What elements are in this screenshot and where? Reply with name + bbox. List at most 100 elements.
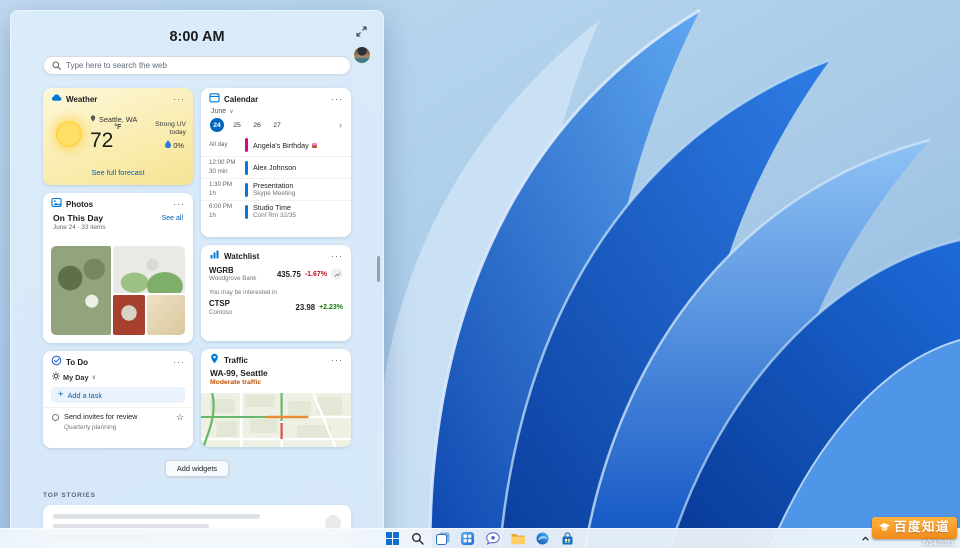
add-widgets-button[interactable]: Add widgets (164, 460, 230, 477)
task-view-button[interactable] (434, 530, 451, 547)
todo-list-selector[interactable]: My Day ∨ (43, 367, 193, 385)
stock-price: 23.98 (295, 303, 316, 313)
event-subtitle: Conf Rm 32/35 (253, 212, 296, 219)
event-time: 1:30 PM (209, 181, 233, 189)
birthday-cake-emoji (311, 142, 317, 148)
calendar-event[interactable]: All day Angela's Birthday (201, 134, 351, 156)
calendar-day-selected[interactable]: 24 (210, 118, 224, 132)
stock-name: Woodgrove Bank (209, 275, 257, 283)
weather-widget[interactable]: Weather ··· Seattle, WA 72°F Strong UV t… (43, 88, 193, 185)
chat-button[interactable] (484, 530, 501, 547)
droplet-icon (165, 140, 172, 150)
event-color-bar (245, 182, 248, 197)
expand-panel-icon[interactable] (353, 23, 370, 40)
task-item[interactable]: Send invites for review Quarterly planni… (43, 407, 193, 431)
event-time: All day (209, 140, 228, 148)
weather-icon (51, 90, 62, 108)
calendar-event[interactable]: 12:00 PM 30 min Alex Johnson (201, 156, 351, 178)
photo-thumbnail[interactable] (51, 246, 111, 335)
see-all-link[interactable]: See all (162, 215, 183, 222)
widget-title: Traffic (224, 355, 249, 365)
traffic-status: Moderate traffic (210, 379, 261, 386)
search-input[interactable] (66, 61, 342, 70)
photo-thumbnail[interactable] (113, 295, 145, 335)
calendar-icon (209, 90, 220, 108)
widgets-button[interactable] (459, 530, 476, 547)
event-color-bar (245, 160, 248, 175)
more-options-icon[interactable]: ··· (173, 95, 185, 104)
file-explorer-button[interactable] (509, 530, 526, 547)
event-title: Studio Time (253, 203, 291, 212)
widgets-column-left: Weather ··· Seattle, WA 72°F Strong UV t… (43, 88, 193, 448)
temperature-unit: °F (114, 124, 122, 131)
taskbar (0, 528, 960, 548)
photo-thumbnail[interactable] (113, 246, 185, 293)
stock-row[interactable]: CTSP Contoso 23.98 +2.23% (201, 297, 351, 315)
task-checkbox[interactable] (52, 414, 59, 421)
user-avatar[interactable] (353, 46, 371, 64)
more-options-icon[interactable]: ··· (331, 95, 343, 104)
event-color-bar (245, 204, 248, 219)
web-search-bar[interactable] (43, 56, 351, 75)
widget-title: Weather (66, 94, 98, 104)
add-task-input[interactable]: + Add a task (51, 387, 185, 403)
chevron-right-icon[interactable]: › (339, 120, 342, 130)
search-icon (52, 57, 61, 75)
stock-symbol: CTSP (209, 299, 230, 309)
widget-title: Calendar (224, 94, 259, 104)
event-duration: 1h (209, 189, 216, 197)
plus-icon: + (58, 389, 64, 401)
widget-title: To Do (66, 357, 89, 367)
event-title: Presentation (253, 181, 294, 190)
calendar-event[interactable]: 6:00 PM 1h Studio Time Conf Rm 32/35 (201, 200, 351, 222)
see-full-forecast-link[interactable]: See full forecast (43, 168, 193, 177)
stock-chart-icon[interactable] (331, 268, 343, 281)
calendar-day[interactable]: 26 (250, 118, 264, 132)
stock-row[interactable]: WGRB Woodgrove Bank 435.75 -1.67% (201, 261, 351, 282)
calendar-month-selector[interactable]: June ∨ (201, 104, 351, 115)
star-icon[interactable]: ☆ (176, 413, 184, 422)
watchlist-widget[interactable]: Watchlist ··· WGRB Woodgrove Bank 435.75… (201, 245, 351, 341)
location-pin-icon (90, 115, 96, 124)
panel-scrollbar[interactable] (377, 256, 380, 282)
todo-widget[interactable]: To Do ··· My Day ∨ + Add a task Send inv… (43, 351, 193, 448)
photos-heading: On This Day (53, 213, 104, 223)
event-duration: 1h (209, 211, 216, 219)
more-options-icon[interactable]: ··· (173, 358, 185, 367)
photos-icon (51, 195, 62, 213)
stock-name: Contoso (209, 308, 233, 316)
traffic-route: WA-99, Seattle (210, 368, 268, 378)
sun-outline-icon (52, 372, 60, 382)
chevron-down-icon: ∨ (91, 374, 96, 381)
calendar-widget[interactable]: Calendar ··· June ∨ 24 25 26 27 › All da… (201, 88, 351, 237)
watermark-brand: 百度知道 (893, 520, 950, 535)
more-options-icon[interactable]: ··· (331, 252, 343, 261)
event-color-bar (245, 138, 248, 152)
event-title: Alex Johnson (253, 163, 297, 172)
event-subtitle: Skype Meeting (253, 190, 296, 197)
more-options-icon[interactable]: ··· (331, 356, 343, 365)
photo-collage (51, 246, 185, 335)
start-button[interactable] (384, 530, 401, 547)
calendar-day[interactable]: 27 (270, 118, 284, 132)
calendar-day[interactable]: 25 (230, 118, 244, 132)
photo-thumbnail[interactable] (147, 295, 185, 335)
hidden-icons-chevron[interactable] (858, 532, 872, 546)
widget-title: Watchlist (224, 251, 260, 261)
calendar-events: All day Angela's Birthday 12:00 PM 30 mi… (201, 134, 351, 222)
more-options-icon[interactable]: ··· (173, 200, 185, 209)
calendar-event[interactable]: 1:30 PM 1h Presentation Skype Meeting (201, 178, 351, 200)
traffic-map[interactable] (201, 393, 351, 447)
chevron-down-icon: ∨ (229, 109, 234, 115)
edge-browser-button[interactable] (534, 530, 551, 547)
event-time: 12:00 PM (209, 159, 236, 167)
stock-symbol: WGRB (209, 266, 234, 275)
microsoft-store-button[interactable] (559, 530, 576, 547)
system-tray (858, 529, 872, 548)
todo-icon (51, 353, 62, 371)
photos-widget[interactable]: Photos ··· On This Day June 24 · 33 item… (43, 193, 193, 343)
event-title: Angela's Birthday (253, 140, 309, 150)
taskbar-search-button[interactable] (409, 530, 426, 547)
traffic-widget[interactable]: Traffic ··· WA-99, Seattle Moderate traf… (201, 349, 351, 447)
photos-meta: June 24 · 33 items (53, 224, 106, 231)
